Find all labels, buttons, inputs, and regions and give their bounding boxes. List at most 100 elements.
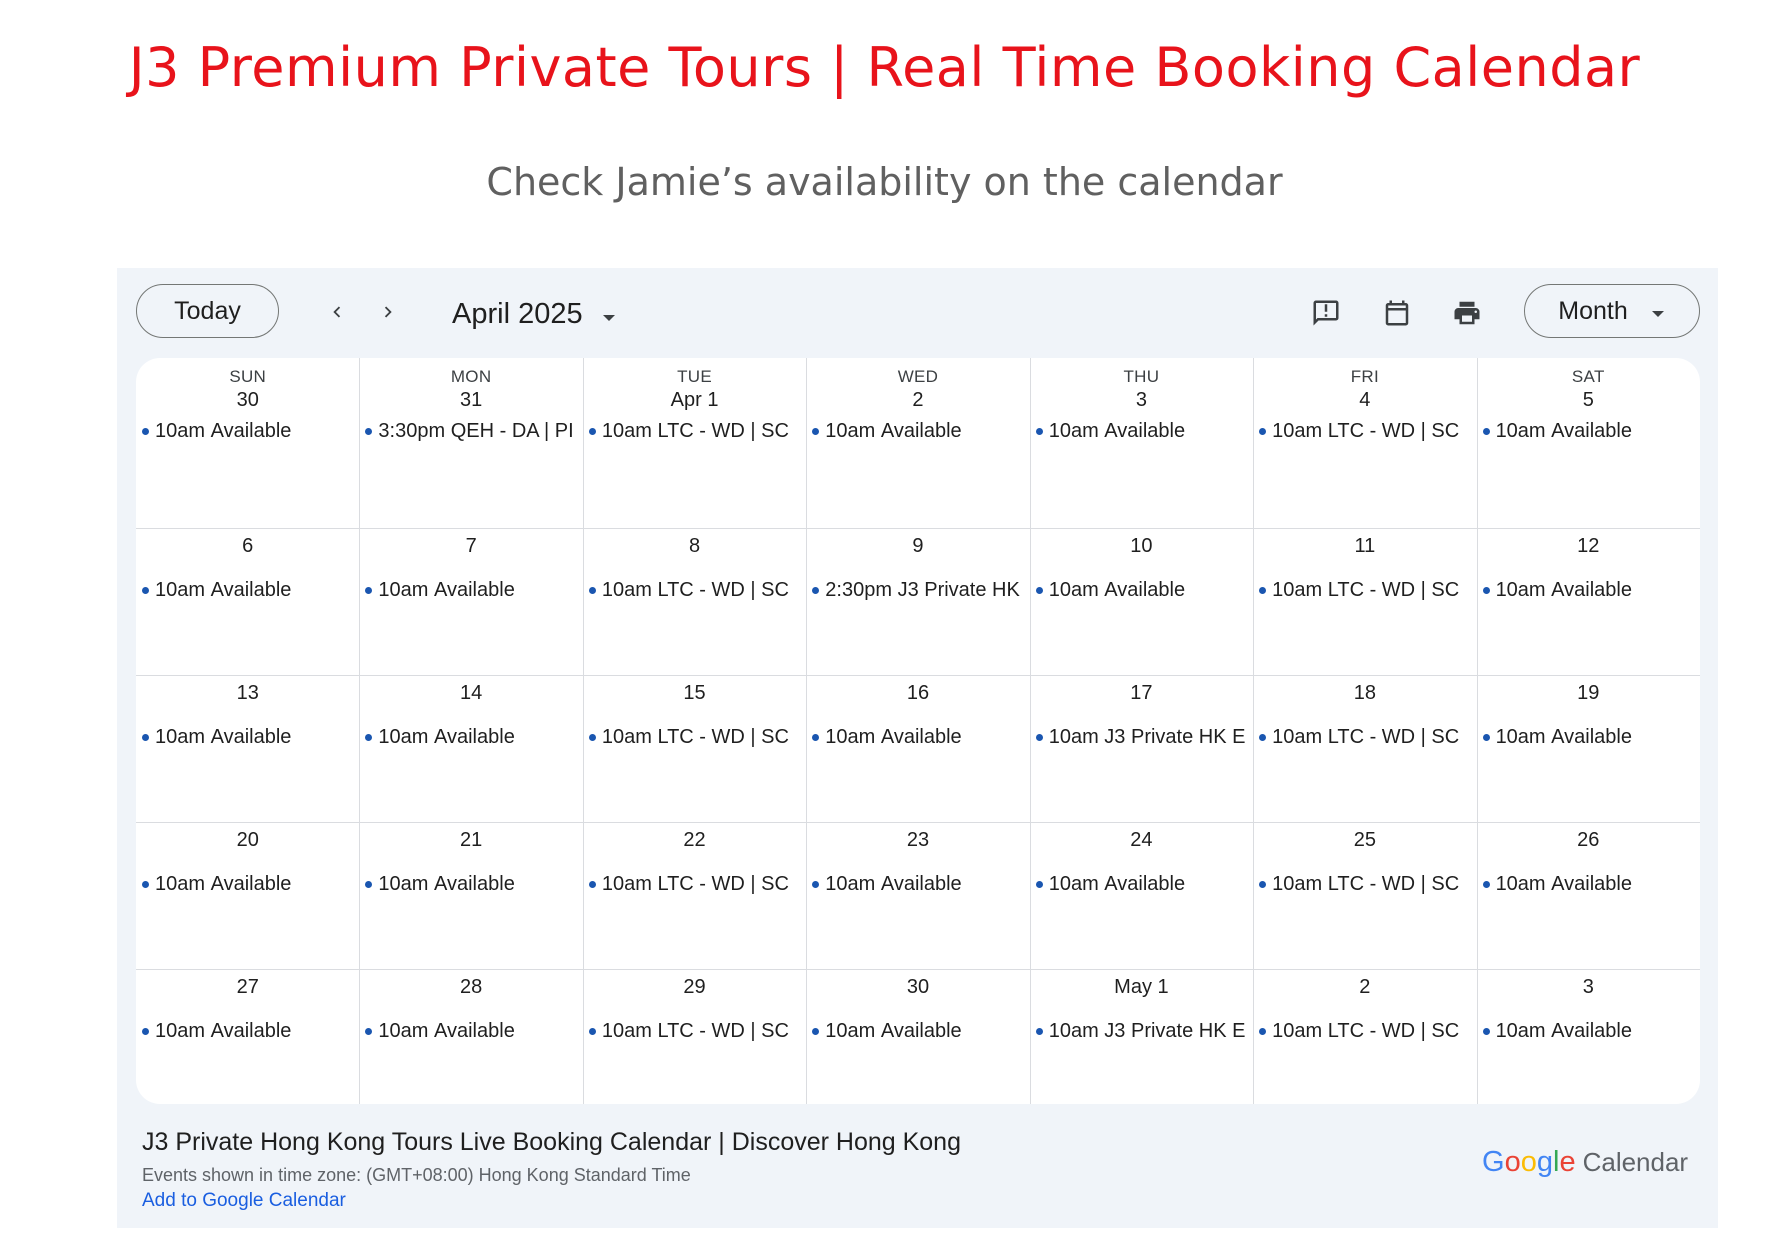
previous-month-button[interactable]: [317, 292, 357, 332]
calendar-event[interactable]: 10am Available: [142, 726, 353, 749]
day-cell[interactable]: MON 31 3:30pm QEH - DA | PI: [359, 358, 582, 528]
day-cell[interactable]: 17 10am J3 Private HK E: [1030, 675, 1253, 822]
day-number[interactable]: 28: [359, 976, 582, 999]
day-cell[interactable]: 15 10am LTC - WD | SC: [583, 675, 806, 822]
month-picker[interactable]: April 2025: [452, 294, 617, 334]
calendar-event[interactable]: 10am Available: [365, 726, 576, 749]
day-cell[interactable]: 26 10am Available: [1477, 822, 1700, 969]
calendar-event[interactable]: 10am Available: [1482, 579, 1694, 602]
google-calendar-logo[interactable]: Google Calendar: [1482, 1146, 1688, 1179]
day-cell[interactable]: 29 10am LTC - WD | SC: [583, 969, 806, 1104]
calendar-event[interactable]: 2:30pm J3 Private HK: [812, 579, 1023, 602]
day-number[interactable]: 21: [359, 829, 582, 852]
calendar-event[interactable]: 10am LTC - WD | SC: [1259, 726, 1470, 749]
day-number[interactable]: 15: [583, 682, 806, 705]
next-month-button[interactable]: [368, 292, 408, 332]
day-cell[interactable]: 10 10am Available: [1030, 528, 1253, 675]
calendar-event[interactable]: 10am Available: [812, 873, 1023, 896]
day-number[interactable]: 12: [1477, 535, 1700, 558]
day-number[interactable]: 26: [1477, 829, 1700, 852]
day-cell[interactable]: 2 10am LTC - WD | SC: [1253, 969, 1476, 1104]
day-number[interactable]: 30: [136, 389, 359, 412]
day-number[interactable]: 25: [1253, 829, 1476, 852]
calendar-event[interactable]: 10am Available: [1035, 873, 1247, 896]
calendar-event[interactable]: 10am Available: [1482, 726, 1694, 749]
day-number[interactable]: 27: [136, 976, 359, 999]
day-number[interactable]: 29: [583, 976, 806, 999]
day-number[interactable]: 30: [806, 976, 1029, 999]
day-number[interactable]: 10: [1030, 535, 1253, 558]
calendar-event[interactable]: 10am LTC - WD | SC: [588, 726, 800, 749]
calendar-event[interactable]: 10am LTC - WD | SC: [588, 873, 800, 896]
calendar-event[interactable]: 10am LTC - WD | SC: [588, 579, 800, 602]
calendar-event[interactable]: 10am LTC - WD | SC: [1259, 1020, 1470, 1043]
calendar-event[interactable]: 10am Available: [1482, 420, 1694, 443]
calendar-event[interactable]: 10am Available: [812, 1020, 1023, 1043]
day-cell[interactable]: 11 10am LTC - WD | SC: [1253, 528, 1476, 675]
calendar-event[interactable]: 10am Available: [142, 579, 353, 602]
day-cell[interactable]: 20 10am Available: [136, 822, 359, 969]
day-cell[interactable]: 8 10am LTC - WD | SC: [583, 528, 806, 675]
day-cell[interactable]: 16 10am Available: [806, 675, 1029, 822]
day-number[interactable]: 4: [1253, 389, 1476, 412]
day-number[interactable]: 3: [1030, 389, 1253, 412]
day-cell[interactable]: May 1 10am J3 Private HK E: [1030, 969, 1253, 1104]
calendar-event[interactable]: 10am LTC - WD | SC: [1259, 420, 1470, 443]
day-cell[interactable]: TUE Apr 1 10am LTC - WD | SC: [583, 358, 806, 528]
day-number[interactable]: 7: [359, 535, 582, 558]
day-cell[interactable]: 3 10am Available: [1477, 969, 1700, 1104]
calendar-event[interactable]: 10am LTC - WD | SC: [588, 1020, 800, 1043]
add-to-google-calendar-link[interactable]: Add to Google Calendar: [142, 1190, 346, 1212]
day-cell[interactable]: 22 10am LTC - WD | SC: [583, 822, 806, 969]
day-cell[interactable]: 30 10am Available: [806, 969, 1029, 1104]
calendar-event[interactable]: 10am Available: [142, 420, 353, 443]
day-number[interactable]: 11: [1253, 535, 1476, 558]
day-number[interactable]: 31: [359, 389, 582, 412]
day-cell[interactable]: SAT 5 10am Available: [1477, 358, 1700, 528]
day-cell[interactable]: THU 3 10am Available: [1030, 358, 1253, 528]
calendar-event[interactable]: 3:30pm QEH - DA | PI: [365, 420, 576, 443]
today-button[interactable]: Today: [136, 284, 279, 338]
day-number[interactable]: 18: [1253, 682, 1476, 705]
day-number[interactable]: 13: [136, 682, 359, 705]
day-cell[interactable]: SUN 30 10am Available: [136, 358, 359, 528]
calendar-event[interactable]: 10am Available: [1482, 873, 1694, 896]
calendar-event[interactable]: 10am Available: [142, 1020, 353, 1043]
day-number[interactable]: May 1: [1030, 976, 1253, 999]
day-number[interactable]: 8: [583, 535, 806, 558]
day-cell[interactable]: 21 10am Available: [359, 822, 582, 969]
day-cell[interactable]: 24 10am Available: [1030, 822, 1253, 969]
day-number[interactable]: 2: [1253, 976, 1476, 999]
print-button[interactable]: [1447, 293, 1487, 333]
day-number[interactable]: 19: [1477, 682, 1700, 705]
day-cell[interactable]: 7 10am Available: [359, 528, 582, 675]
day-number[interactable]: 23: [806, 829, 1029, 852]
day-number[interactable]: 22: [583, 829, 806, 852]
calendar-event[interactable]: 10am Available: [142, 873, 353, 896]
day-cell[interactable]: 19 10am Available: [1477, 675, 1700, 822]
day-number[interactable]: 9: [806, 535, 1029, 558]
day-number[interactable]: 14: [359, 682, 582, 705]
day-number[interactable]: 3: [1477, 976, 1700, 999]
calendar-event[interactable]: 10am Available: [812, 726, 1023, 749]
calendar-event[interactable]: 10am Available: [365, 1020, 576, 1043]
feedback-button[interactable]: [1306, 293, 1346, 333]
calendar-button[interactable]: [1377, 293, 1417, 333]
view-selector[interactable]: Month: [1524, 284, 1700, 338]
calendar-event[interactable]: 10am Available: [365, 873, 576, 896]
calendar-event[interactable]: 10am LTC - WD | SC: [588, 420, 800, 443]
calendar-event[interactable]: 10am LTC - WD | SC: [1259, 873, 1470, 896]
day-number[interactable]: 20: [136, 829, 359, 852]
day-number[interactable]: 24: [1030, 829, 1253, 852]
day-cell[interactable]: 14 10am Available: [359, 675, 582, 822]
day-cell[interactable]: FRI 4 10am LTC - WD | SC: [1253, 358, 1476, 528]
calendar-event[interactable]: 10am Available: [1482, 1020, 1694, 1043]
calendar-event[interactable]: 10am J3 Private HK E: [1035, 1020, 1247, 1043]
calendar-event[interactable]: 10am Available: [365, 579, 576, 602]
day-cell[interactable]: WED 2 10am Available: [806, 358, 1029, 528]
day-number[interactable]: 17: [1030, 682, 1253, 705]
day-cell[interactable]: 27 10am Available: [136, 969, 359, 1104]
calendar-event[interactable]: 10am J3 Private HK E: [1035, 726, 1247, 749]
day-cell[interactable]: 18 10am LTC - WD | SC: [1253, 675, 1476, 822]
day-number[interactable]: Apr 1: [583, 389, 806, 412]
